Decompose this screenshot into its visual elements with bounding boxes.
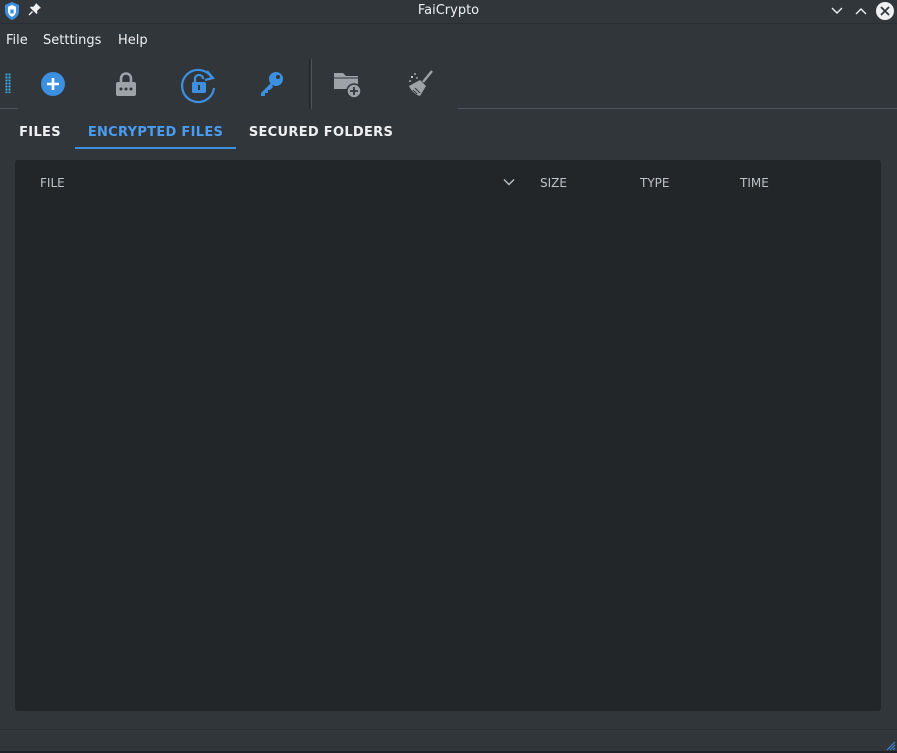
minimize-button[interactable] — [827, 1, 847, 21]
toolbar-grip-handle[interactable] — [5, 73, 11, 93]
menu-file[interactable]: File — [6, 33, 28, 48]
status-bar — [0, 729, 897, 753]
resize-grip-icon[interactable] — [884, 739, 896, 751]
column-header-time[interactable]: TIME — [740, 176, 769, 190]
lock-icon — [116, 72, 136, 96]
add-secured-folder-button[interactable] — [328, 64, 368, 104]
title-bar: FaiCrypto — [0, 0, 897, 24]
unlock-refresh-icon — [181, 68, 216, 104]
column-header-size[interactable]: SIZE — [540, 176, 567, 190]
maximize-button[interactable] — [851, 1, 871, 21]
column-header-type[interactable]: TYPE — [640, 176, 669, 190]
add-file-button[interactable] — [33, 64, 73, 104]
plus-circle-icon — [41, 72, 65, 96]
window-title: FaiCrypto — [417, 3, 480, 18]
menu-help[interactable]: Help — [118, 33, 148, 48]
menu-settings[interactable]: Setttings — [43, 33, 101, 48]
toolbar-separator — [309, 59, 312, 109]
key-button[interactable] — [252, 64, 292, 104]
chevron-down-icon[interactable] — [503, 177, 515, 187]
decrypt-button[interactable] — [179, 64, 219, 104]
toolbar-divider-left — [0, 108, 18, 109]
tab-encrypted-files[interactable]: ENCRYPTED FILES — [75, 115, 236, 149]
toolbar-divider — [458, 108, 897, 109]
close-icon — [876, 2, 894, 20]
column-header-file[interactable]: FILE — [40, 176, 65, 190]
close-button[interactable] — [875, 1, 895, 21]
tab-secured-folders[interactable]: SECURED FOLDERS — [244, 115, 398, 149]
broom-icon — [409, 70, 433, 96]
tab-files[interactable]: FILES — [12, 115, 68, 149]
chevron-down-icon — [831, 7, 843, 14]
encrypt-button[interactable] — [106, 64, 146, 104]
chevron-up-icon — [855, 8, 867, 15]
encrypted-files-table[interactable]: FILE SIZE TYPE TIME — [15, 160, 881, 711]
folder-plus-icon — [334, 73, 362, 99]
menu-bar: File Setttings Help — [0, 24, 897, 57]
key-icon — [261, 72, 283, 96]
clean-button[interactable] — [401, 64, 441, 104]
